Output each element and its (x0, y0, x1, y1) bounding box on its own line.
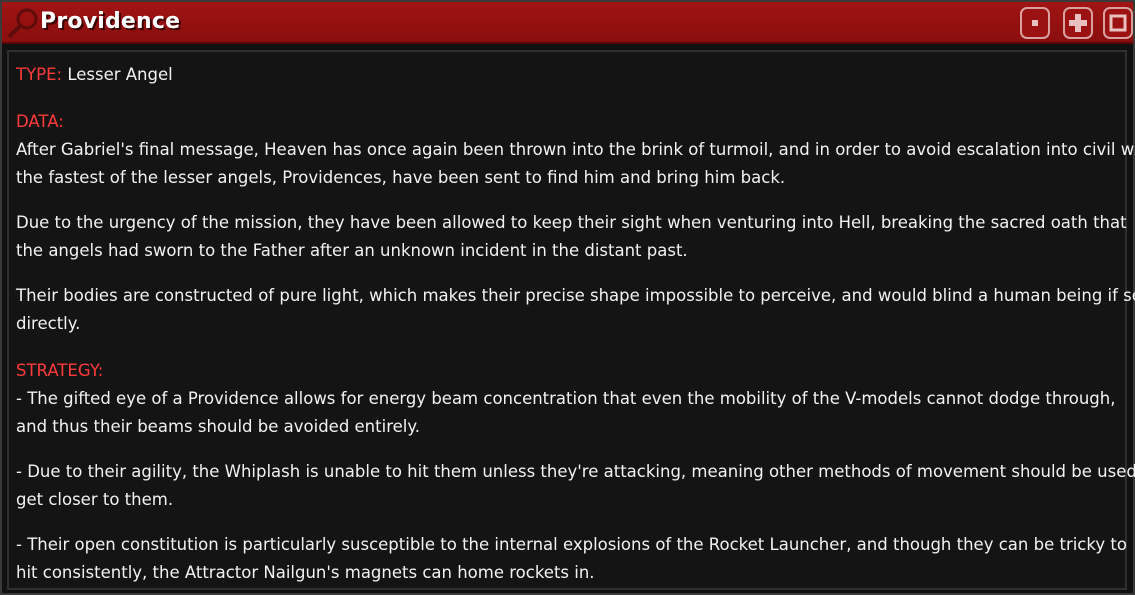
strategy-line: - Due to their agility, the Whiplash is … (16, 462, 1135, 481)
title-bar[interactable]: Providence (2, 2, 1133, 44)
strategy-line: get closer to them. (16, 490, 174, 509)
strategy-line: and thus their beams should be avoided e… (16, 417, 421, 436)
bestiary-window: Providence TYPE: Lesser Angel DATA: Afte… (0, 0, 1135, 595)
minimize-icon (1032, 20, 1038, 26)
strategy-heading: STRATEGY: (16, 361, 104, 380)
data-line: the fastest of the lesser angels, Provid… (16, 168, 786, 187)
minimize-button[interactable] (1020, 7, 1050, 39)
data-line: the angels had sworn to the Father after… (16, 241, 688, 260)
data-line: Their bodies are constructed of pure lig… (16, 286, 1135, 305)
data-heading: DATA: (16, 112, 64, 131)
data-line: After Gabriel's final message, Heaven ha… (16, 140, 1135, 159)
strategy-line: hit consistently, the Attractor Nailgun'… (16, 563, 595, 582)
strategy-line: - Their open constitution is particularl… (16, 535, 1127, 554)
window-title: Providence (40, 9, 181, 34)
strategy-line: - The gifted eye of a Providence allows … (16, 389, 1116, 408)
close-button[interactable] (1103, 7, 1133, 39)
entry-content: TYPE: Lesser Angel DATA: After Gabriel's… (7, 50, 1135, 590)
type-label: TYPE: (16, 65, 63, 84)
maximize-button[interactable] (1063, 7, 1093, 39)
data-line: directly. (16, 314, 81, 333)
type-line: TYPE: Lesser Angel (16, 61, 1125, 89)
magnifier-icon (7, 8, 38, 39)
type-value: Lesser Angel (67, 65, 173, 84)
plus-icon (1069, 14, 1087, 32)
data-line: Due to the urgency of the mission, they … (16, 213, 1127, 232)
square-icon (1109, 14, 1127, 32)
